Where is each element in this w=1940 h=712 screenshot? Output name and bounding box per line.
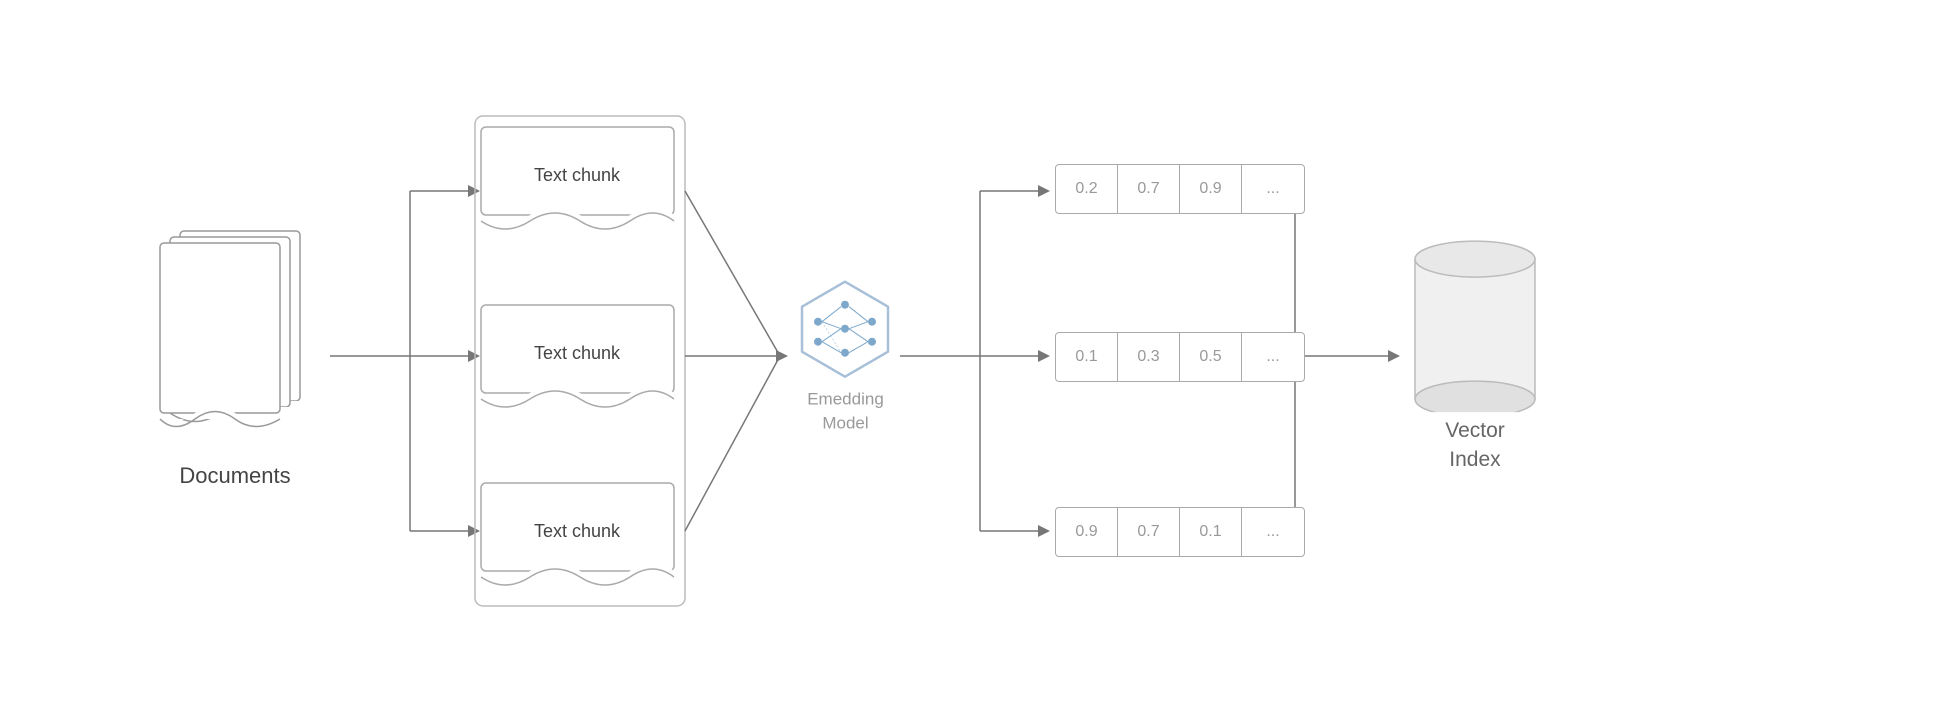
documents-icon [150, 223, 320, 453]
vector-index-label: Vector Index [1445, 416, 1505, 475]
vector-cell: ... [1242, 165, 1304, 213]
svg-text:Text chunk: Text chunk [534, 521, 621, 541]
vector-cell: 0.1 [1056, 333, 1118, 381]
embedding-model-section: Emedding Model [788, 277, 903, 436]
text-chunk-top: Text chunk [480, 126, 675, 241]
embedding-label: Emedding Model [807, 388, 884, 436]
vector-row-middle: 0.1 0.3 0.5 ... [1055, 332, 1305, 382]
text-chunk-bottom-shape: Text chunk [480, 482, 675, 592]
embedding-model-icon [788, 277, 903, 382]
vector-cell: 0.9 [1180, 165, 1242, 213]
vector-cell: ... [1242, 508, 1304, 556]
svg-text:Text chunk: Text chunk [534, 165, 621, 185]
text-chunk-top-shape: Text chunk [480, 126, 675, 236]
vector-cell: 0.9 [1056, 508, 1118, 556]
vector-cell: 0.1 [1180, 508, 1242, 556]
diagram-wrapper: Documents Text chunk Text chunk [120, 36, 1820, 676]
vector-cell: ... [1242, 333, 1304, 381]
vector-row-bottom: 0.9 0.7 0.1 ... [1055, 507, 1305, 557]
diagram: Documents Text chunk Text chunk [0, 0, 1940, 712]
vector-cell: 0.7 [1118, 508, 1180, 556]
vector-cell: 0.7 [1118, 165, 1180, 213]
text-chunk-bottom: Text chunk [480, 482, 675, 597]
connections-svg [120, 36, 1820, 676]
vector-cell: 0.2 [1056, 165, 1118, 213]
vector-row-top: 0.2 0.7 0.9 ... [1055, 164, 1305, 214]
text-chunk-middle-shape: Text chunk [480, 304, 675, 414]
documents-section: Documents [150, 223, 320, 489]
vector-cell: 0.3 [1118, 333, 1180, 381]
vector-index-cylinder [1410, 237, 1540, 412]
vector-cell: 0.5 [1180, 333, 1242, 381]
text-chunk-middle: Text chunk [480, 304, 675, 419]
documents-label: Documents [179, 463, 290, 489]
vector-index-section: Vector Index [1410, 237, 1540, 475]
svg-text:Text chunk: Text chunk [534, 343, 621, 363]
